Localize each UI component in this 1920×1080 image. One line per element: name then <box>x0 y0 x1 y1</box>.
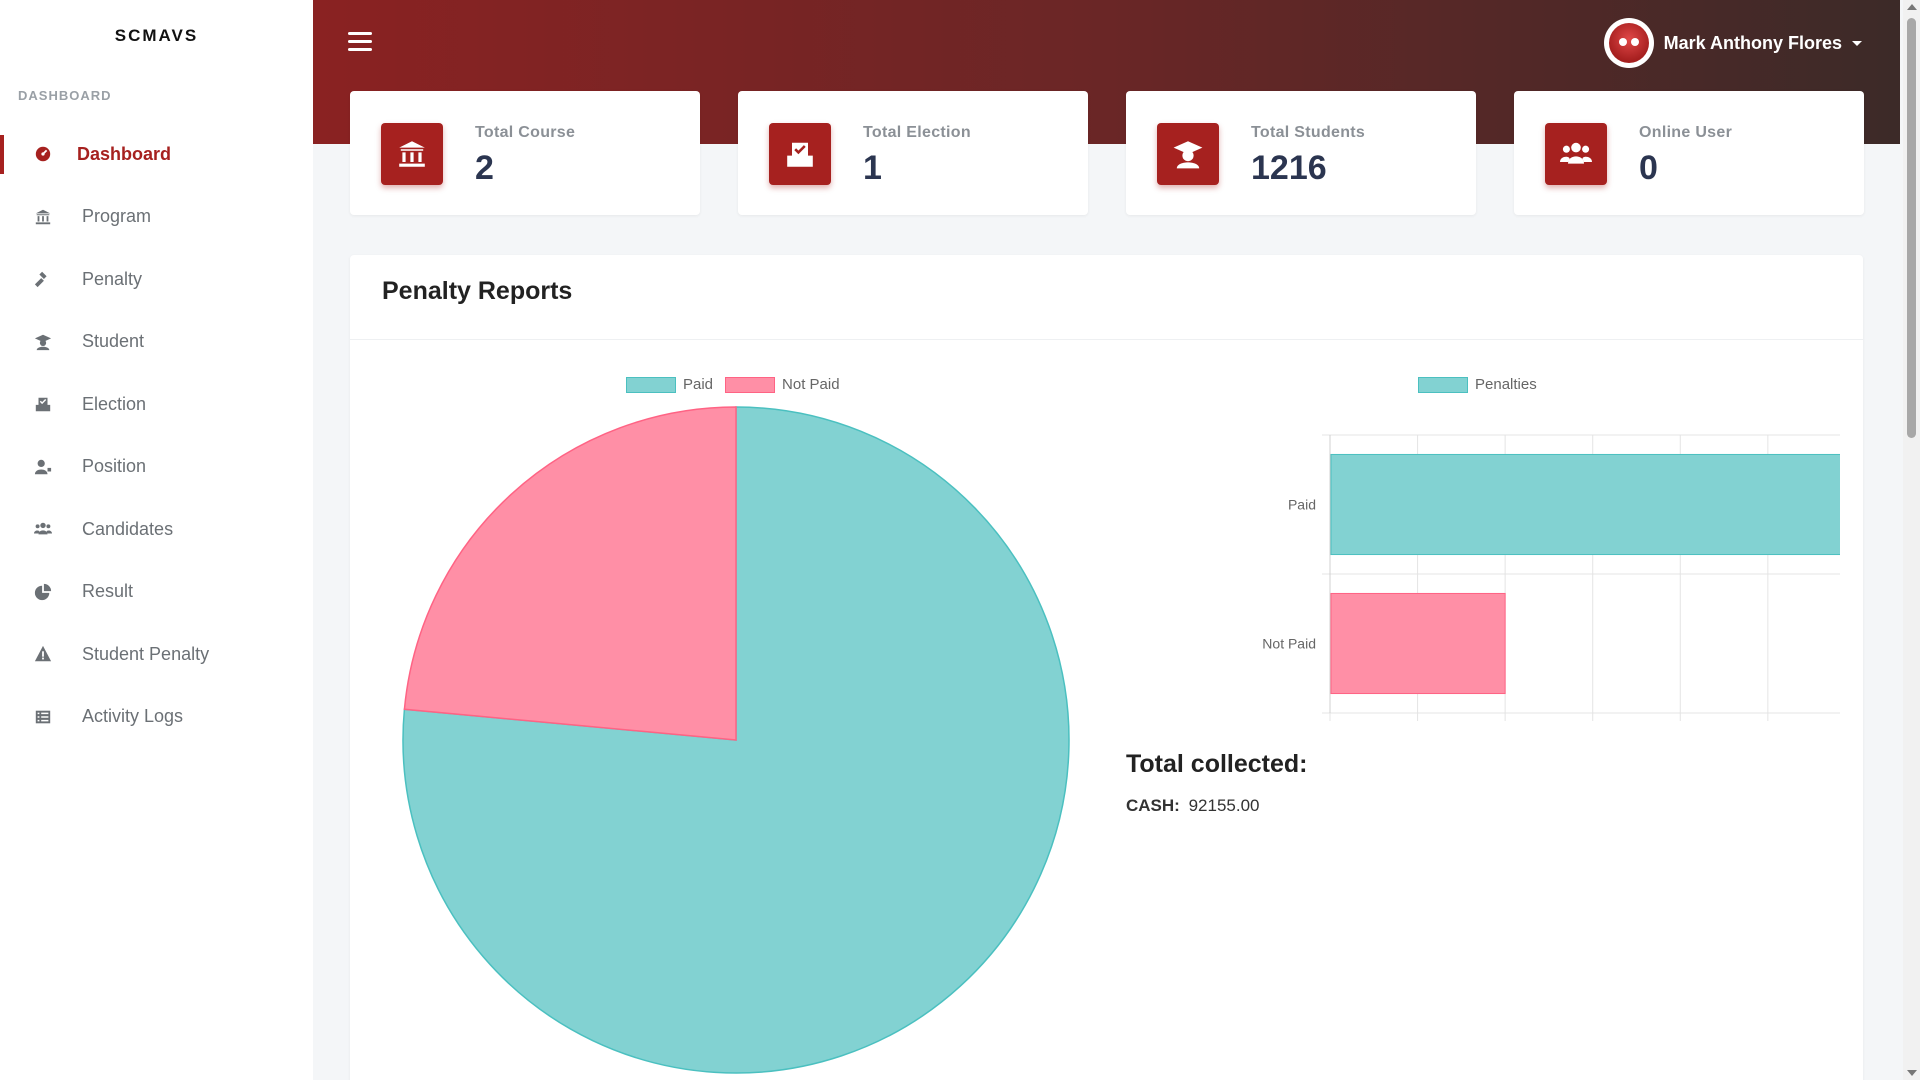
sidebar-item-activity-logs[interactable]: Activity Logs <box>0 686 313 749</box>
stat-card-total-course: Total Course 2 <box>350 91 700 215</box>
sidebar-item-label: Dashboard <box>77 143 172 164</box>
stat-value: 1 <box>863 149 882 187</box>
users-icon <box>33 519 53 539</box>
sidebar-nav: Dashboard Program Penalty Student Electi… <box>0 123 313 748</box>
user-menu[interactable]: Mark Anthony Flores <box>1603 18 1862 68</box>
legend-label: Not Paid <box>782 376 840 393</box>
sidebar-item-label: Result <box>82 581 134 602</box>
stat-label: Total Students <box>1251 124 1366 141</box>
sidebar-item-label: Program <box>82 206 152 227</box>
cash-total: CASH: 92155.00 <box>1126 796 1259 816</box>
university-icon <box>33 207 53 227</box>
sidebar-item-penalty[interactable]: Penalty <box>0 248 313 311</box>
bar-not-paid[interactable] <box>1330 592 1506 695</box>
stat-value: 1216 <box>1251 149 1327 187</box>
pie-slice-not-paid[interactable] <box>403 406 737 741</box>
stat-card-total-election: Total Election 1 <box>738 91 1088 215</box>
sidebar-item-dashboard[interactable]: Dashboard <box>0 123 313 186</box>
legend-swatch <box>626 376 676 393</box>
sidebar-item-label: Candidates <box>82 518 174 539</box>
sidebar-item-label: Student <box>82 331 145 352</box>
stat-label: Total Election <box>863 124 971 141</box>
users-icon <box>1545 123 1607 185</box>
sidebar-item-label: Activity Logs <box>82 706 184 727</box>
menu-toggle-icon[interactable] <box>348 32 372 54</box>
sidebar-item-student[interactable]: Student <box>0 311 313 374</box>
sidebar-item-label: Penalty <box>82 268 143 289</box>
bar-legend: Penalties <box>1418 376 1549 393</box>
report-title: Penalty Reports <box>382 277 573 305</box>
stat-label: Online User <box>1639 124 1733 141</box>
vote-box-icon <box>769 123 831 185</box>
sidebar-item-label: Election <box>82 393 147 414</box>
sidebar-item-election[interactable]: Election <box>0 373 313 436</box>
bar-paid[interactable] <box>1330 453 1840 556</box>
stat-value: 0 <box>1639 149 1658 187</box>
legend-label: Paid <box>683 376 714 393</box>
bar-chart: 0100200300400500600700PaidNot Paid <box>1262 434 1840 721</box>
legend-swatch <box>1418 376 1468 393</box>
sidebar-item-position[interactable]: Position <box>0 436 313 499</box>
total-collected-title: Total collected: <box>1126 750 1308 778</box>
legend-item-penalties[interactable]: Penalties <box>1418 376 1537 393</box>
user-name: Mark Anthony Flores <box>1663 32 1842 53</box>
stat-card-total-students: Total Students 1216 <box>1126 91 1476 215</box>
sidebar-section-label: DASHBOARD <box>18 88 112 103</box>
graduate-icon <box>1157 123 1219 185</box>
y-tick-label: Paid <box>1288 497 1316 513</box>
graduate-icon <box>33 332 53 352</box>
scroll-thumb[interactable] <box>1907 18 1916 438</box>
brand-logo[interactable]: SCMAVS <box>0 26 313 46</box>
penalty-report-card: Penalty Reports Paid Not Paid Penalties … <box>350 255 1863 1080</box>
vote-box-icon <box>33 394 53 414</box>
pie-chart <box>402 406 1070 1074</box>
warning-icon <box>33 644 53 664</box>
legend-item-not-paid[interactable]: Not Paid <box>725 376 840 393</box>
sidebar-item-program[interactable]: Program <box>0 186 313 249</box>
stat-value: 2 <box>475 149 494 187</box>
stat-label: Total Course <box>475 124 576 141</box>
user-tie-icon <box>33 457 53 477</box>
sidebar-item-student-penalty[interactable]: Student Penalty <box>0 623 313 686</box>
stat-card-online-user: Online User 0 <box>1514 91 1864 215</box>
legend-item-paid[interactable]: Paid <box>626 376 713 393</box>
list-icon <box>33 707 53 727</box>
cash-label: CASH: <box>1126 796 1180 815</box>
scroll-up-icon[interactable] <box>1907 4 1917 10</box>
gavel-icon <box>33 269 53 289</box>
tachometer-icon <box>33 144 53 164</box>
legend-swatch <box>725 376 776 393</box>
sidebar-item-label: Student Penalty <box>82 643 210 664</box>
chevron-down-icon <box>1852 40 1862 46</box>
cash-value: 92155.00 <box>1188 796 1260 815</box>
university-icon <box>381 123 443 185</box>
pie-chart-icon <box>33 582 53 602</box>
divider <box>350 339 1863 340</box>
avatar <box>1603 18 1654 68</box>
sidebar-item-result[interactable]: Result <box>0 561 313 624</box>
page-scrollbar[interactable] <box>1903 0 1920 1080</box>
sidebar-item-label: Position <box>82 456 147 477</box>
sidebar: SCMAVS DASHBOARD Dashboard Program Penal… <box>0 0 313 1080</box>
sidebar-item-candidates[interactable]: Candidates <box>0 498 313 561</box>
pie-legend: Paid Not Paid <box>626 376 852 393</box>
y-tick-label: Not Paid <box>1262 636 1316 652</box>
legend-label: Penalties <box>1475 376 1537 393</box>
scroll-down-icon[interactable] <box>1907 1070 1917 1076</box>
